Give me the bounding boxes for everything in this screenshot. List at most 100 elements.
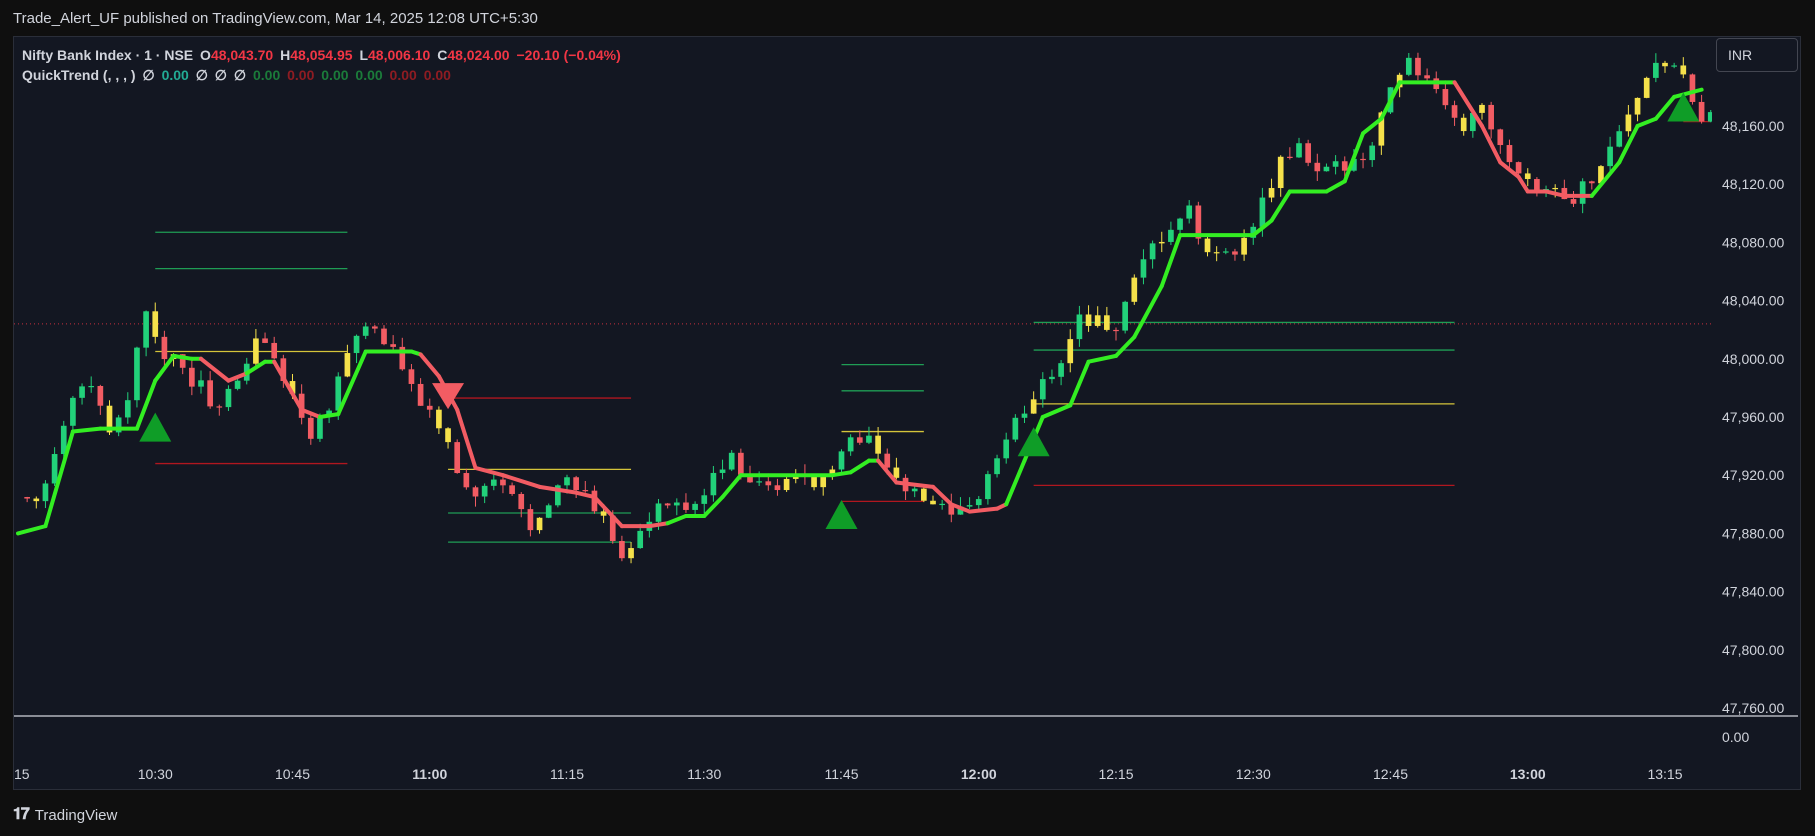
candle [1689,74,1696,102]
chart-canvas[interactable]: 48,160.00 48,120.00 48,080.00 48,040.00 48,0… [0,0,1815,836]
trend-line-segment [272,359,304,412]
candle [454,442,461,474]
candle [1122,301,1128,331]
candle [655,503,662,522]
candle [88,386,95,388]
y-tick-label: 47,920.00 [1722,467,1784,483]
candle [1131,277,1138,302]
candle [884,453,891,468]
candle [189,367,195,387]
y-tick-label: 48,080.00 [1722,234,1784,250]
candle [710,472,717,496]
candle [1515,162,1522,174]
candle [381,328,387,345]
candle [774,485,781,491]
close-label: C [437,47,448,63]
trend-line-segment [894,480,935,489]
trend-line-segment [1132,284,1164,339]
high-value: 48,054.95 [290,47,353,63]
candle [1158,241,1165,244]
currency-button[interactable]: INR [1716,38,1798,72]
candle [637,530,644,549]
candle [481,485,488,497]
x-tick-label: 12:30 [1236,766,1271,782]
candle [271,342,278,359]
indicator-value: 0.00 [252,67,281,83]
indicator-value: ∅ [142,67,155,83]
candle [1579,181,1586,204]
x-tick-label: 10:30 [138,766,173,782]
candle [1524,173,1531,180]
candle [124,400,131,418]
trend-line-segment [665,513,688,526]
candle [856,437,863,443]
indicator-value: 0.00 [389,67,417,83]
candle [518,493,525,510]
candle [70,397,76,426]
y-tick-label: 47,840.00 [1722,584,1784,600]
y-tick-label: 48,000.00 [1722,351,1784,367]
x-tick-label: 15 [14,766,30,782]
candle [353,335,360,354]
candle [975,499,982,506]
candle [253,338,259,364]
candle [1177,218,1183,230]
candle [1003,439,1010,459]
candle [701,495,708,504]
candle [921,488,927,501]
indicator-row[interactable]: QuickTrend (, , , ) ∅ 0.00 ∅ ∅ ∅ 0.00 0.… [22,65,624,85]
candle [1149,243,1156,260]
candle [1707,112,1712,122]
tradingview-logo[interactable]: 𝟏𝟕 TradingView [13,804,117,826]
candle [417,383,424,406]
candle [893,467,900,478]
candle [472,487,479,497]
trend-line-segment [317,412,341,419]
candle [783,478,790,491]
candle [1625,114,1632,132]
candle [1058,363,1064,377]
candle [765,481,772,486]
candle [719,469,726,473]
plot-area [14,52,1712,564]
candle [1323,166,1330,172]
candle [1067,339,1074,364]
trend-line-segment [1040,403,1073,419]
candle [1662,62,1668,67]
candle [728,452,735,470]
candle [1213,252,1220,254]
trend-line-segment [967,506,1000,514]
x-tick-label: 12:15 [1098,766,1133,782]
candle [527,509,534,531]
candle [1634,97,1641,115]
candle [42,483,49,502]
trend-line-segment [848,458,871,475]
trend-line-segment [1086,353,1118,364]
candle [1671,65,1677,67]
candle [1332,161,1339,167]
candle [673,502,680,506]
candle [1442,89,1449,106]
high-label: H [280,47,291,63]
trend-line-segment [1324,179,1347,194]
candle [847,437,854,452]
indicator-name[interactable]: QuickTrend (, , , ) [22,67,136,83]
open-label: O [200,47,211,63]
candle [664,503,671,506]
y-tick-label: 47,800.00 [1722,642,1784,658]
buy-signal-marker [825,499,858,529]
candle [307,417,314,439]
candle [198,380,204,387]
candle [1104,315,1110,330]
trend-line-segment [418,352,441,379]
candle [1643,77,1650,98]
candle [1497,129,1504,146]
symbol-label[interactable]: Nifty Bank Index · 1 · NSE [22,47,193,63]
candle [564,477,570,486]
candle [1680,65,1687,75]
candle [930,500,936,505]
candle [234,380,241,389]
candle [24,497,30,499]
ohlc-row[interactable]: Nifty Bank Index · 1 · NSE O48,043.70 H4… [22,45,624,65]
trend-line-segment [1516,174,1530,194]
